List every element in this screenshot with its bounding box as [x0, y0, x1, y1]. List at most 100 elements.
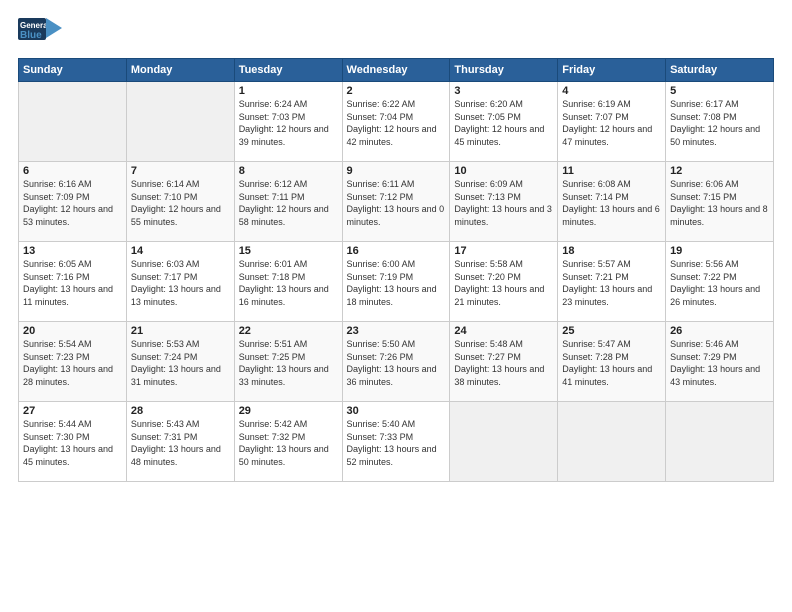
calendar-cell: 10Sunrise: 6:09 AM Sunset: 7:13 PM Dayli…: [450, 162, 558, 242]
cell-content: Sunrise: 6:11 AM Sunset: 7:12 PM Dayligh…: [347, 178, 446, 228]
day-number: 21: [131, 325, 230, 337]
calendar-cell: 8Sunrise: 6:12 AM Sunset: 7:11 PM Daylig…: [234, 162, 342, 242]
calendar-cell: 15Sunrise: 6:01 AM Sunset: 7:18 PM Dayli…: [234, 242, 342, 322]
cell-content: Sunrise: 6:22 AM Sunset: 7:04 PM Dayligh…: [347, 98, 446, 148]
calendar-cell: [450, 402, 558, 482]
calendar-cell: 5Sunrise: 6:17 AM Sunset: 7:08 PM Daylig…: [666, 82, 774, 162]
cell-content: Sunrise: 5:40 AM Sunset: 7:33 PM Dayligh…: [347, 418, 446, 468]
day-number: 22: [239, 325, 338, 337]
calendar-cell: 25Sunrise: 5:47 AM Sunset: 7:28 PM Dayli…: [558, 322, 666, 402]
cell-content: Sunrise: 6:00 AM Sunset: 7:19 PM Dayligh…: [347, 258, 446, 308]
day-number: 6: [23, 165, 122, 177]
cell-content: Sunrise: 5:46 AM Sunset: 7:29 PM Dayligh…: [670, 338, 769, 388]
weekday-header: Thursday: [450, 59, 558, 82]
day-number: 2: [347, 85, 446, 97]
calendar-cell: 9Sunrise: 6:11 AM Sunset: 7:12 PM Daylig…: [342, 162, 450, 242]
day-number: 4: [562, 85, 661, 97]
weekday-header: Monday: [126, 59, 234, 82]
cell-content: Sunrise: 6:24 AM Sunset: 7:03 PM Dayligh…: [239, 98, 338, 148]
cell-content: Sunrise: 6:16 AM Sunset: 7:09 PM Dayligh…: [23, 178, 122, 228]
calendar-cell: 30Sunrise: 5:40 AM Sunset: 7:33 PM Dayli…: [342, 402, 450, 482]
day-number: 1: [239, 85, 338, 97]
day-number: 3: [454, 85, 553, 97]
calendar-cell: 29Sunrise: 5:42 AM Sunset: 7:32 PM Dayli…: [234, 402, 342, 482]
day-number: 25: [562, 325, 661, 337]
cell-content: Sunrise: 6:12 AM Sunset: 7:11 PM Dayligh…: [239, 178, 338, 228]
weekday-header: Saturday: [666, 59, 774, 82]
day-number: 8: [239, 165, 338, 177]
calendar-cell: 3Sunrise: 6:20 AM Sunset: 7:05 PM Daylig…: [450, 82, 558, 162]
calendar-cell: 1Sunrise: 6:24 AM Sunset: 7:03 PM Daylig…: [234, 82, 342, 162]
cell-content: Sunrise: 6:05 AM Sunset: 7:16 PM Dayligh…: [23, 258, 122, 308]
calendar-cell: 7Sunrise: 6:14 AM Sunset: 7:10 PM Daylig…: [126, 162, 234, 242]
calendar-cell: 19Sunrise: 5:56 AM Sunset: 7:22 PM Dayli…: [666, 242, 774, 322]
calendar-table: SundayMondayTuesdayWednesdayThursdayFrid…: [18, 58, 774, 482]
calendar-cell: 20Sunrise: 5:54 AM Sunset: 7:23 PM Dayli…: [19, 322, 127, 402]
cell-content: Sunrise: 6:19 AM Sunset: 7:07 PM Dayligh…: [562, 98, 661, 148]
day-number: 5: [670, 85, 769, 97]
day-number: 28: [131, 405, 230, 417]
day-number: 11: [562, 165, 661, 177]
cell-content: Sunrise: 5:54 AM Sunset: 7:23 PM Dayligh…: [23, 338, 122, 388]
cell-content: Sunrise: 5:42 AM Sunset: 7:32 PM Dayligh…: [239, 418, 338, 468]
day-number: 16: [347, 245, 446, 257]
day-number: 23: [347, 325, 446, 337]
calendar-cell: [558, 402, 666, 482]
cell-content: Sunrise: 6:03 AM Sunset: 7:17 PM Dayligh…: [131, 258, 230, 308]
svg-text:Blue: Blue: [20, 30, 42, 41]
calendar-cell: 24Sunrise: 5:48 AM Sunset: 7:27 PM Dayli…: [450, 322, 558, 402]
calendar-cell: 26Sunrise: 5:46 AM Sunset: 7:29 PM Dayli…: [666, 322, 774, 402]
day-number: 7: [131, 165, 230, 177]
calendar-cell: [19, 82, 127, 162]
cell-content: Sunrise: 6:14 AM Sunset: 7:10 PM Dayligh…: [131, 178, 230, 228]
day-number: 30: [347, 405, 446, 417]
cell-content: Sunrise: 5:50 AM Sunset: 7:26 PM Dayligh…: [347, 338, 446, 388]
day-number: 26: [670, 325, 769, 337]
calendar-cell: 22Sunrise: 5:51 AM Sunset: 7:25 PM Dayli…: [234, 322, 342, 402]
day-number: 24: [454, 325, 553, 337]
cell-content: Sunrise: 5:43 AM Sunset: 7:31 PM Dayligh…: [131, 418, 230, 468]
calendar-cell: 6Sunrise: 6:16 AM Sunset: 7:09 PM Daylig…: [19, 162, 127, 242]
header: General Blue: [18, 14, 774, 50]
cell-content: Sunrise: 6:06 AM Sunset: 7:15 PM Dayligh…: [670, 178, 769, 228]
day-number: 14: [131, 245, 230, 257]
svg-text:General: General: [20, 21, 50, 30]
day-number: 20: [23, 325, 122, 337]
cell-content: Sunrise: 5:56 AM Sunset: 7:22 PM Dayligh…: [670, 258, 769, 308]
cell-content: Sunrise: 5:48 AM Sunset: 7:27 PM Dayligh…: [454, 338, 553, 388]
calendar-cell: 12Sunrise: 6:06 AM Sunset: 7:15 PM Dayli…: [666, 162, 774, 242]
logo: General Blue: [18, 14, 62, 50]
cell-content: Sunrise: 5:51 AM Sunset: 7:25 PM Dayligh…: [239, 338, 338, 388]
day-number: 9: [347, 165, 446, 177]
day-number: 27: [23, 405, 122, 417]
cell-content: Sunrise: 5:47 AM Sunset: 7:28 PM Dayligh…: [562, 338, 661, 388]
calendar-cell: 16Sunrise: 6:00 AM Sunset: 7:19 PM Dayli…: [342, 242, 450, 322]
calendar-cell: 2Sunrise: 6:22 AM Sunset: 7:04 PM Daylig…: [342, 82, 450, 162]
cell-content: Sunrise: 6:09 AM Sunset: 7:13 PM Dayligh…: [454, 178, 553, 228]
day-number: 18: [562, 245, 661, 257]
day-number: 15: [239, 245, 338, 257]
cell-content: Sunrise: 6:17 AM Sunset: 7:08 PM Dayligh…: [670, 98, 769, 148]
day-number: 12: [670, 165, 769, 177]
day-number: 13: [23, 245, 122, 257]
calendar-cell: [666, 402, 774, 482]
day-number: 29: [239, 405, 338, 417]
calendar-cell: 17Sunrise: 5:58 AM Sunset: 7:20 PM Dayli…: [450, 242, 558, 322]
calendar-cell: 23Sunrise: 5:50 AM Sunset: 7:26 PM Dayli…: [342, 322, 450, 402]
day-number: 19: [670, 245, 769, 257]
weekday-header: Tuesday: [234, 59, 342, 82]
calendar-cell: 27Sunrise: 5:44 AM Sunset: 7:30 PM Dayli…: [19, 402, 127, 482]
day-number: 17: [454, 245, 553, 257]
calendar-cell: 21Sunrise: 5:53 AM Sunset: 7:24 PM Dayli…: [126, 322, 234, 402]
cell-content: Sunrise: 5:57 AM Sunset: 7:21 PM Dayligh…: [562, 258, 661, 308]
calendar-cell: 13Sunrise: 6:05 AM Sunset: 7:16 PM Dayli…: [19, 242, 127, 322]
calendar-cell: 18Sunrise: 5:57 AM Sunset: 7:21 PM Dayli…: [558, 242, 666, 322]
weekday-header: Sunday: [19, 59, 127, 82]
page: General Blue SundayMondayTuesdayWednesda…: [0, 0, 792, 612]
cell-content: Sunrise: 5:58 AM Sunset: 7:20 PM Dayligh…: [454, 258, 553, 308]
calendar-cell: 11Sunrise: 6:08 AM Sunset: 7:14 PM Dayli…: [558, 162, 666, 242]
cell-content: Sunrise: 5:53 AM Sunset: 7:24 PM Dayligh…: [131, 338, 230, 388]
weekday-header: Wednesday: [342, 59, 450, 82]
calendar-cell: [126, 82, 234, 162]
cell-content: Sunrise: 6:01 AM Sunset: 7:18 PM Dayligh…: [239, 258, 338, 308]
